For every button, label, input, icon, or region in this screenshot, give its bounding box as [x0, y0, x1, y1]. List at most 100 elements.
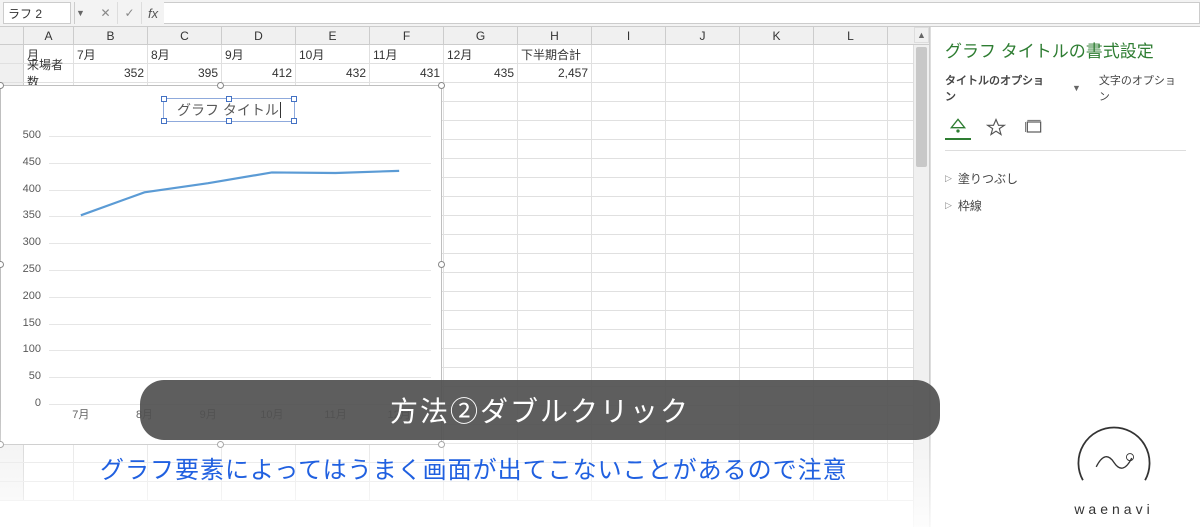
cell[interactable]: [24, 444, 74, 462]
cell[interactable]: [814, 83, 888, 101]
cell[interactable]: [592, 216, 666, 234]
col-header[interactable]: D: [222, 27, 296, 44]
cell[interactable]: [518, 273, 592, 291]
cell[interactable]: [740, 140, 814, 158]
cell[interactable]: [666, 102, 740, 120]
cell[interactable]: [666, 235, 740, 253]
col-header[interactable]: E: [296, 27, 370, 44]
cell[interactable]: [444, 178, 518, 196]
fx-icon[interactable]: fx: [142, 6, 164, 21]
cell[interactable]: [592, 349, 666, 367]
col-header[interactable]: A: [24, 27, 74, 44]
title-handle[interactable]: [161, 96, 167, 102]
cell[interactable]: [518, 311, 592, 329]
title-handle[interactable]: [291, 118, 297, 124]
cell[interactable]: [592, 273, 666, 291]
cell[interactable]: [740, 102, 814, 120]
col-header[interactable]: L: [814, 27, 888, 44]
cell[interactable]: [592, 254, 666, 272]
title-handle[interactable]: [226, 96, 232, 102]
cell[interactable]: 395: [148, 64, 222, 82]
cell[interactable]: [740, 121, 814, 139]
cell[interactable]: [444, 102, 518, 120]
cell[interactable]: [24, 463, 74, 481]
row-header[interactable]: [0, 463, 24, 481]
cell[interactable]: [666, 159, 740, 177]
cell[interactable]: [518, 83, 592, 101]
cell[interactable]: [592, 330, 666, 348]
cell[interactable]: [740, 330, 814, 348]
plot-area[interactable]: 0501001502002503003504004505007月8月9月10月1…: [49, 136, 431, 404]
cell[interactable]: [814, 159, 888, 177]
cell[interactable]: [444, 311, 518, 329]
row-header[interactable]: [0, 444, 24, 462]
cell[interactable]: [666, 330, 740, 348]
cell[interactable]: [444, 330, 518, 348]
cell[interactable]: [518, 254, 592, 272]
cell[interactable]: 下半期合計: [518, 45, 592, 63]
col-header[interactable]: K: [740, 27, 814, 44]
cell[interactable]: [814, 273, 888, 291]
col-header[interactable]: B: [74, 27, 148, 44]
cell[interactable]: [740, 45, 814, 63]
cell[interactable]: [444, 292, 518, 310]
confirm-icon[interactable]: ✓: [118, 2, 142, 24]
cell[interactable]: [518, 178, 592, 196]
cell[interactable]: [666, 83, 740, 101]
cell[interactable]: [666, 178, 740, 196]
cell[interactable]: [666, 140, 740, 158]
size-properties-icon[interactable]: [1021, 114, 1047, 140]
cell[interactable]: [814, 235, 888, 253]
subtab-title-options[interactable]: タイトルのオプション: [945, 72, 1054, 104]
scroll-up-icon[interactable]: ▲: [914, 27, 929, 43]
cell[interactable]: [518, 330, 592, 348]
cell[interactable]: [592, 64, 666, 82]
table-row[interactable]: 月 7月 8月 9月 10月 11月 12月 下半期合計: [0, 45, 929, 64]
resize-handle[interactable]: [438, 441, 445, 448]
cell[interactable]: [814, 121, 888, 139]
title-handle[interactable]: [161, 118, 167, 124]
resize-handle[interactable]: [217, 82, 224, 89]
name-box[interactable]: ラフ 2: [3, 2, 71, 24]
cell[interactable]: [814, 178, 888, 196]
formula-input[interactable]: [164, 2, 1200, 24]
name-box-dropdown[interactable]: ▼: [74, 2, 86, 24]
cell[interactable]: 435: [444, 64, 518, 82]
cell[interactable]: [666, 216, 740, 234]
chevron-down-icon[interactable]: ▼: [1072, 83, 1081, 93]
cell[interactable]: [444, 83, 518, 101]
cell[interactable]: [444, 121, 518, 139]
resize-handle[interactable]: [438, 261, 445, 268]
cell[interactable]: [666, 273, 740, 291]
resize-handle[interactable]: [0, 82, 4, 89]
cell[interactable]: [24, 482, 74, 500]
cell[interactable]: 2,457: [518, 64, 592, 82]
cell[interactable]: [444, 254, 518, 272]
col-header[interactable]: F: [370, 27, 444, 44]
cell[interactable]: [592, 83, 666, 101]
cell[interactable]: [814, 349, 888, 367]
resize-handle[interactable]: [217, 441, 224, 448]
cell[interactable]: [592, 140, 666, 158]
cell[interactable]: [740, 254, 814, 272]
title-handle[interactable]: [226, 118, 232, 124]
cell[interactable]: [814, 64, 888, 82]
cell[interactable]: [740, 311, 814, 329]
cell[interactable]: 7月: [74, 45, 148, 63]
cell[interactable]: 8月: [148, 45, 222, 63]
cell[interactable]: 9月: [222, 45, 296, 63]
resize-handle[interactable]: [0, 261, 4, 268]
fill-line-icon[interactable]: [945, 114, 971, 140]
panel-item-border[interactable]: ▷ 枠線: [945, 192, 1186, 219]
cell[interactable]: [814, 330, 888, 348]
cell[interactable]: [444, 140, 518, 158]
cell[interactable]: [814, 197, 888, 215]
cell[interactable]: [444, 197, 518, 215]
cell[interactable]: [444, 159, 518, 177]
cell[interactable]: [592, 45, 666, 63]
row-header[interactable]: [0, 482, 24, 500]
cell[interactable]: [666, 292, 740, 310]
cell[interactable]: [518, 159, 592, 177]
cell[interactable]: [740, 197, 814, 215]
cell[interactable]: 412: [222, 64, 296, 82]
